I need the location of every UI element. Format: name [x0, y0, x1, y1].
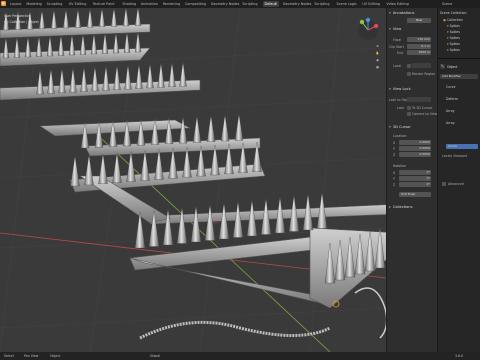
cursor-rotation-y-field[interactable]: 0°: [399, 176, 431, 181]
outliner-scene-collection[interactable]: Scene Collection: [440, 10, 467, 16]
camera-to-view-checkbox[interactable]: [407, 112, 411, 116]
focal-length-field[interactable]: 170 mm: [407, 37, 431, 42]
select-hint: Select: [4, 354, 14, 358]
modifier-item[interactable]: Deform: [446, 96, 458, 102]
chevron-down-icon: ▾: [389, 11, 391, 15]
advanced-label: Advanced: [448, 182, 464, 186]
top-bar: ◐ Layout Modeling Sculpting UV Editing Textu…: [0, 0, 480, 8]
view-header[interactable]: ▾ View: [389, 26, 401, 33]
lock-to-cursor-checkbox[interactable]: [407, 106, 411, 110]
clip-start-field[interactable]: 0.1 m: [407, 44, 431, 49]
tab-uv-editing[interactable]: UV Editing: [360, 1, 382, 7]
lock-label: Lock: [397, 106, 405, 110]
scene-selector[interactable]: Scene: [440, 1, 454, 7]
transform-orientation-dropdown[interactable]: Global: [150, 353, 160, 359]
outliner-item[interactable]: ▾ Spikes: [447, 47, 460, 53]
lock-to-object-field[interactable]: [407, 97, 431, 102]
blender-logo-icon[interactable]: ◐: [1, 1, 6, 6]
view-lock-header[interactable]: ▾ View Lock: [389, 86, 411, 93]
tab-uv-editing[interactable]: UV Editing: [67, 1, 89, 7]
chevron-down-icon: ▾: [389, 27, 391, 31]
add-modifier-button[interactable]: Add Modifier: [440, 74, 478, 79]
chevron-down-icon: ▾: [389, 87, 391, 91]
viewport-canvas[interactable]: [0, 8, 386, 352]
tab-geometry-nodes[interactable]: Geometry Nodes: [209, 1, 242, 7]
tab-geometry-nodes[interactable]: Geometry Nodes: [281, 1, 314, 7]
tab-scene-logic[interactable]: Scene Logic: [335, 1, 359, 7]
tab-texture-paint[interactable]: Texture Paint: [91, 1, 117, 7]
cursor-location-z-field[interactable]: 0.0000: [399, 152, 431, 157]
focal-length-label: Focal: [393, 38, 402, 42]
levels-viewport-label: Levels Viewport: [442, 154, 468, 158]
tab-shading[interactable]: Shading: [120, 1, 138, 7]
location-label: Location: [393, 134, 407, 138]
local-camera-checkbox[interactable]: [407, 64, 411, 68]
clip-end-field[interactable]: 1000 m: [407, 50, 431, 55]
3d-cursor-header[interactable]: ▾ 3D Cursor: [389, 124, 411, 131]
tab-rendering[interactable]: Rendering: [161, 1, 182, 7]
modifier-item[interactable]: Array: [446, 120, 455, 126]
tab-sculpting[interactable]: Sculpting: [45, 1, 65, 7]
annotations-header[interactable]: ▾ Annotations: [389, 10, 414, 17]
modifier-item[interactable]: Array: [446, 108, 455, 114]
cursor-location-y-field[interactable]: 0.0000: [399, 146, 431, 151]
pan-view-hint: Pan View: [24, 354, 39, 358]
chevron-down-icon: ▾: [389, 125, 391, 129]
context-menu-hint: Object: [50, 354, 61, 358]
outliner-properties-panel: Scene Collection ▣ Collection ▾ Spikes ▾ S…: [437, 8, 480, 352]
modifier-item[interactable]: Curve: [446, 84, 455, 90]
3d-viewport[interactable]: User Perspective (1) Collection | Object…: [0, 8, 386, 352]
advanced-checkbox[interactable]: [442, 182, 446, 186]
panel-divider: [438, 58, 480, 59]
tab-scripting[interactable]: Scripting: [240, 1, 259, 7]
rotation-label: Rotation: [393, 164, 407, 168]
tab-compositing[interactable]: Compositing: [183, 1, 208, 7]
tab-default[interactable]: Default: [262, 1, 279, 7]
pan-hand-icon[interactable]: ✋: [375, 51, 380, 56]
collection-context-label: (1) Collection | Object: [4, 20, 39, 24]
tab-animation[interactable]: Animation: [139, 1, 160, 7]
to-3d-cursor-label: To 3D Cursor: [412, 106, 433, 110]
local-camera-field[interactable]: [412, 63, 431, 68]
local-camera-label: Local: [393, 64, 402, 68]
zoom-icon[interactable]: ⊕: [375, 44, 380, 49]
cursor-rotation-x-field[interactable]: 0°: [399, 170, 431, 175]
version-label: 3.6.0: [455, 354, 464, 358]
view-name-label: User Perspective: [4, 14, 31, 18]
properties-object-label: Object: [447, 65, 458, 69]
rotation-mode-dropdown[interactable]: XYZ Euler: [399, 192, 431, 197]
camera-to-view-label: Camera to View: [412, 112, 438, 116]
sidebar-n-panel: ▾ Annotations New ▾ View Focal 170 mm Clip…: [386, 8, 437, 352]
cursor-rotation-z-field[interactable]: 0°: [399, 182, 431, 187]
clip-start-label: Clip Start: [389, 45, 404, 49]
curve-field[interactable]: Curve: [446, 144, 478, 149]
chevron-right-icon: ▸: [389, 205, 391, 209]
render-region-label: Render Region: [412, 72, 436, 76]
clip-end-label: End: [397, 51, 404, 55]
camera-icon[interactable]: ◉: [375, 58, 380, 63]
new-annotation-button[interactable]: New: [407, 18, 431, 23]
tab-layout[interactable]: Layout: [8, 1, 24, 7]
tab-modeling[interactable]: Modeling: [24, 1, 43, 7]
render-region-checkbox[interactable]: [407, 72, 411, 76]
status-bar: Select Pan View Object Global 3.6.0: [0, 352, 480, 360]
grid-view-icon[interactable]: ▦: [375, 65, 380, 70]
collections-header[interactable]: ▸ Collections: [389, 204, 412, 211]
tab-video-editing[interactable]: Video Editing: [384, 1, 410, 7]
tab-scripting[interactable]: Scripting: [312, 1, 331, 7]
wrench-icon[interactable]: 🔧: [440, 64, 445, 69]
cursor-location-x-field[interactable]: 0.0000: [399, 140, 431, 145]
